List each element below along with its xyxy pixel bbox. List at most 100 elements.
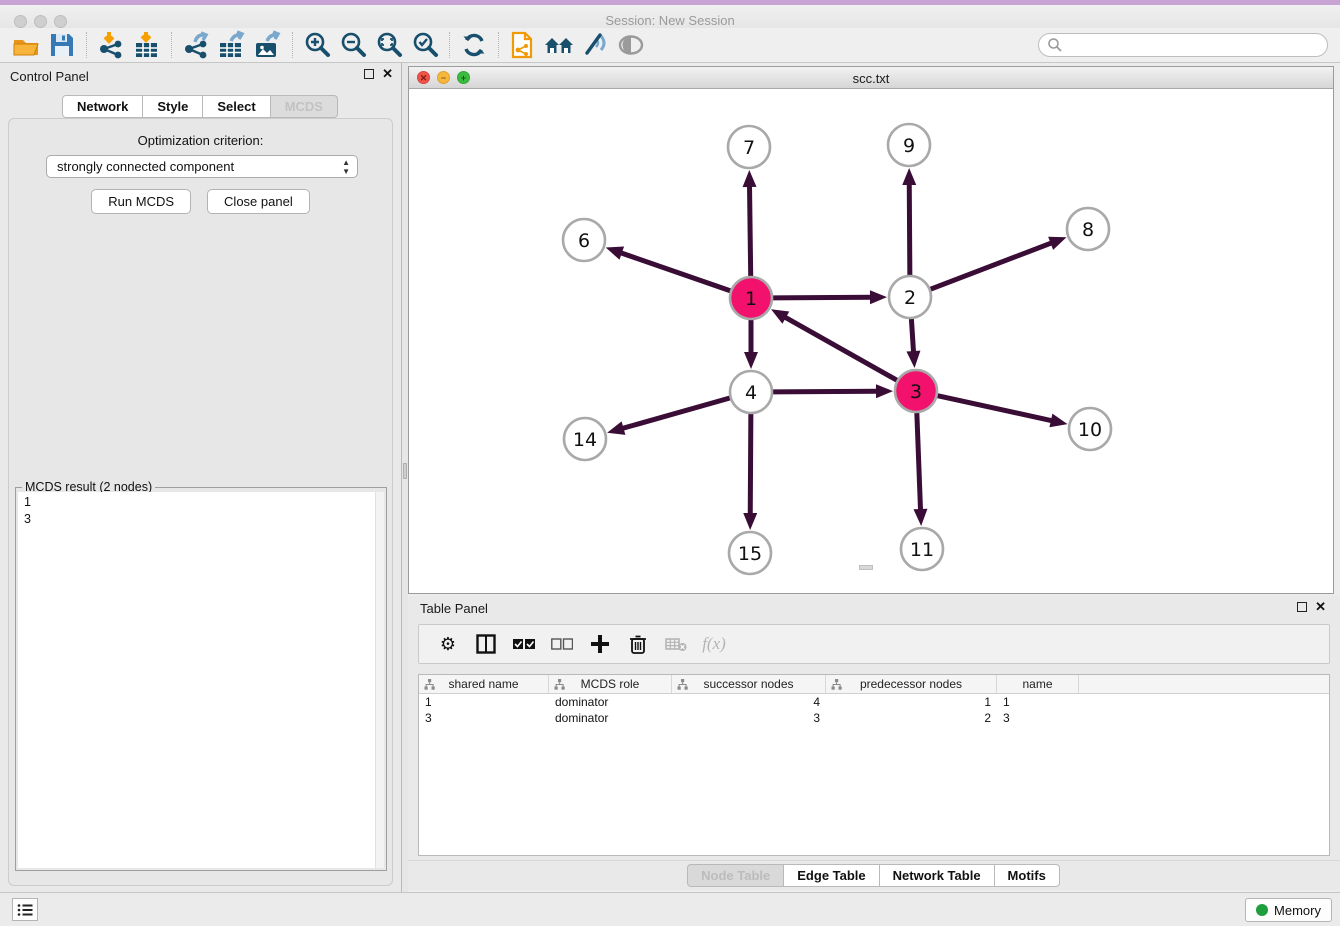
cell-name[interactable]: 3 xyxy=(997,710,1079,726)
cell-MCDS-role[interactable]: dominator xyxy=(549,694,672,710)
close-table-panel-icon[interactable]: ✕ xyxy=(1315,601,1326,613)
graph-edge-2-9[interactable] xyxy=(909,183,910,275)
graph-node-label-14: 14 xyxy=(573,429,597,451)
export-table-button[interactable] xyxy=(214,29,250,61)
graph-arrowhead-4-14 xyxy=(607,421,625,434)
tab-mcds[interactable]: MCDS xyxy=(270,95,338,118)
import-table-button[interactable] xyxy=(129,29,165,61)
graph-edge-2-8[interactable] xyxy=(931,243,1053,290)
close-panel-button[interactable]: Close panel xyxy=(207,189,310,214)
criterion-dropdown[interactable]: strongly connected component ▲▼ xyxy=(46,155,358,178)
cell-MCDS-role[interactable]: dominator xyxy=(549,710,672,726)
import-table-icon xyxy=(133,30,161,60)
graph-arrowhead-1-6 xyxy=(606,247,624,260)
graph-edge-4-14[interactable] xyxy=(622,398,730,429)
open-folder-icon xyxy=(12,33,40,57)
show-graphics-details-button[interactable] xyxy=(613,29,649,61)
network-graph[interactable]: 7968124314101511 xyxy=(409,89,1333,593)
canvas-resize-grip[interactable] xyxy=(859,565,873,570)
return-home-button[interactable] xyxy=(541,29,577,61)
result-scrollbar-track[interactable] xyxy=(375,492,384,868)
export-network-button[interactable] xyxy=(178,29,214,61)
graph-arrowhead-2-9 xyxy=(902,168,916,185)
zoom-fit-button[interactable] xyxy=(371,29,407,61)
graph-edge-3-10[interactable] xyxy=(937,396,1052,421)
column-header-MCDS-role[interactable]: MCDS role xyxy=(549,675,672,693)
graph-edge-4-15[interactable] xyxy=(750,414,751,515)
search-icon xyxy=(1047,37,1063,53)
hide-style-button[interactable] xyxy=(577,29,613,61)
table-row[interactable]: 3dominator323 xyxy=(419,710,1329,726)
unchecked-boxes-icon xyxy=(551,638,573,650)
open-session-button[interactable] xyxy=(8,29,44,61)
graph-edge-3-1[interactable] xyxy=(784,317,897,381)
network-window-titlebar[interactable]: ✕ − + scc.txt xyxy=(409,67,1333,89)
graph-arrowhead-2-3 xyxy=(906,351,920,368)
new-network-document-icon xyxy=(509,30,537,60)
table-settings-button[interactable]: ⚙ xyxy=(431,628,465,660)
cell-shared-name[interactable]: 1 xyxy=(419,694,549,710)
tab-style[interactable]: Style xyxy=(142,95,203,118)
table-header-row: shared nameMCDS rolesuccessor nodesprede… xyxy=(419,675,1329,694)
zoom-selected-button[interactable] xyxy=(407,29,443,61)
memory-button[interactable]: Memory xyxy=(1245,898,1332,922)
table-tab-motifs[interactable]: Motifs xyxy=(994,864,1060,887)
float-panel-icon[interactable] xyxy=(364,69,374,79)
show-columns-button[interactable] xyxy=(469,628,503,660)
table-row[interactable]: 1dominator411 xyxy=(419,694,1329,710)
search-input[interactable] xyxy=(1063,35,1327,55)
column-header-name[interactable]: name xyxy=(997,675,1079,693)
column-header-successor-nodes[interactable]: successor nodes xyxy=(672,675,826,693)
graph-node-label-2: 2 xyxy=(904,287,916,309)
unselect-all-button[interactable] xyxy=(545,628,579,660)
table-tab-network-table[interactable]: Network Table xyxy=(879,864,995,887)
splitter-handle[interactable] xyxy=(403,463,407,479)
tab-network[interactable]: Network xyxy=(62,95,143,118)
new-network-from-selection-button[interactable] xyxy=(505,29,541,61)
table-tab-edge-table[interactable]: Edge Table xyxy=(783,864,879,887)
task-history-button[interactable] xyxy=(12,898,38,921)
graph-arrowhead-2-8 xyxy=(1048,237,1066,250)
graph-edge-1-6[interactable] xyxy=(620,252,730,290)
delete-column-button[interactable] xyxy=(659,628,693,660)
zoom-selected-icon xyxy=(411,31,439,59)
graph-edge-1-2[interactable] xyxy=(773,297,872,298)
graph-edge-2-3[interactable] xyxy=(911,319,913,353)
zoom-in-button[interactable] xyxy=(299,29,335,61)
column-header-label: name xyxy=(1022,677,1052,691)
column-header-shared-name[interactable]: shared name xyxy=(419,675,549,693)
cell-shared-name[interactable]: 3 xyxy=(419,710,549,726)
cell-predecessor-nodes[interactable]: 1 xyxy=(826,694,997,710)
graph-edge-1-7[interactable] xyxy=(750,185,751,276)
mcds-result-group: MCDS result (2 nodes) 1 3 xyxy=(15,487,387,871)
close-panel-icon[interactable]: ✕ xyxy=(382,68,393,80)
table-toolbar: ⚙ f(x) xyxy=(418,624,1330,664)
column-header-predecessor-nodes[interactable]: predecessor nodes xyxy=(826,675,997,693)
search-field[interactable] xyxy=(1038,33,1328,57)
zoom-out-button[interactable] xyxy=(335,29,371,61)
cell-predecessor-nodes[interactable]: 2 xyxy=(826,710,997,726)
function-builder-button[interactable]: f(x) xyxy=(697,628,731,660)
add-column-button[interactable] xyxy=(583,628,617,660)
cell-name[interactable]: 1 xyxy=(997,694,1079,710)
select-all-button[interactable] xyxy=(507,628,541,660)
tab-select[interactable]: Select xyxy=(202,95,270,118)
column-type-icon xyxy=(554,679,565,690)
network-view-window: ✕ − + scc.txt 7968124314101511 xyxy=(408,66,1334,594)
save-session-button[interactable] xyxy=(44,29,80,61)
columns-icon xyxy=(476,634,496,654)
delete-rows-button[interactable] xyxy=(621,628,655,660)
table-tab-node-table[interactable]: Node Table xyxy=(687,864,784,887)
apply-layout-button[interactable] xyxy=(456,29,492,61)
float-table-panel-icon[interactable] xyxy=(1297,602,1307,612)
table-body: 1dominator4113dominator323 xyxy=(419,694,1329,726)
graph-edge-3-11[interactable] xyxy=(917,413,921,511)
column-type-icon xyxy=(677,679,688,690)
cell-successor-nodes[interactable]: 4 xyxy=(672,694,826,710)
cell-successor-nodes[interactable]: 3 xyxy=(672,710,826,726)
import-network-button[interactable] xyxy=(93,29,129,61)
run-mcds-button[interactable]: Run MCDS xyxy=(91,189,191,214)
graph-edge-4-3[interactable] xyxy=(773,391,878,392)
export-image-button[interactable] xyxy=(250,29,286,61)
mcds-result-textarea[interactable]: 1 3 xyxy=(18,492,384,868)
